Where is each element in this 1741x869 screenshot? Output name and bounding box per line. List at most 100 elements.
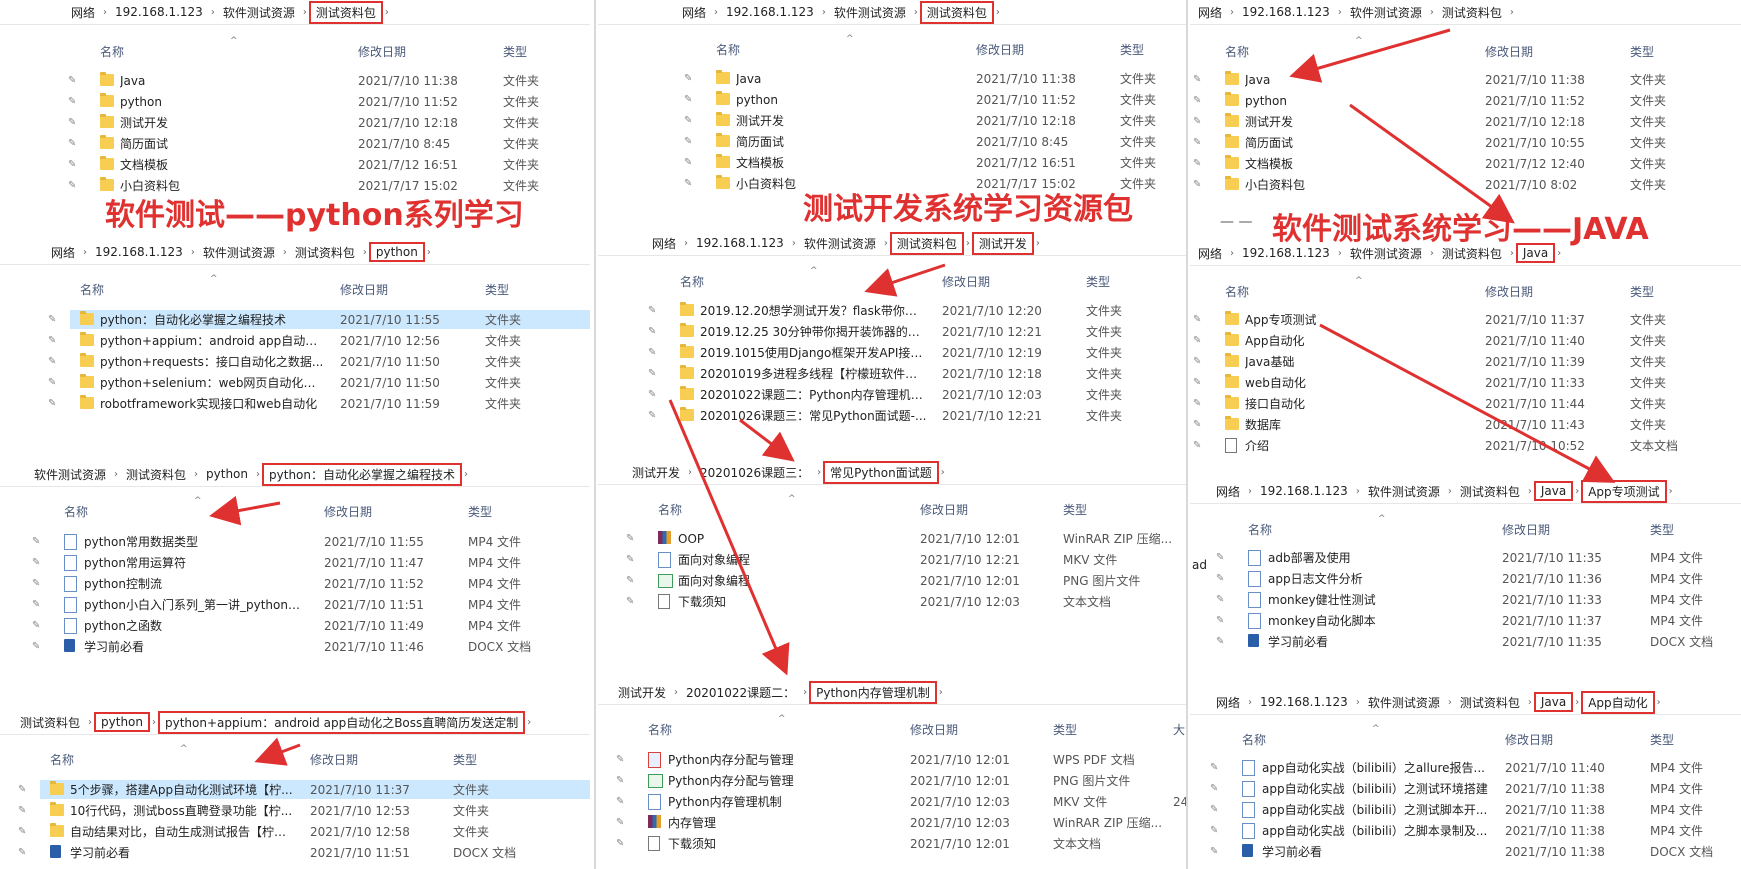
column-date[interactable]: 修改日期 bbox=[358, 43, 406, 60]
breadcrumb-item[interactable]: python bbox=[94, 712, 150, 732]
column-type[interactable]: 类型 bbox=[1053, 721, 1077, 738]
column-type[interactable]: 类型 bbox=[453, 751, 477, 768]
list-item[interactable]: Java 2021/7/10 11:38 文件夹 bbox=[1215, 70, 1741, 89]
breadcrumb-item[interactable]: 常见Python面试题 bbox=[823, 460, 939, 484]
list-item[interactable]: python常用数据类型 2021/7/10 11:55 MP4 文件 bbox=[54, 532, 590, 551]
breadcrumb-item[interactable]: 192.168.1.123 bbox=[720, 5, 820, 19]
column-name[interactable]: 名称 bbox=[680, 273, 704, 290]
list-item[interactable]: App专项测试 2021/7/10 11:37 文件夹 bbox=[1215, 310, 1741, 329]
breadcrumb-item[interactable]: 软件测试资源 bbox=[1344, 4, 1428, 21]
list-item[interactable]: 2019.1015使用Django框架开发API接口... 2021/7/10 1… bbox=[670, 343, 1188, 362]
list-item[interactable]: Python内存管理机制 2021/7/10 12:03 MKV 文件 24 bbox=[638, 792, 1188, 811]
breadcrumb-item[interactable]: 测试资料包 bbox=[1454, 483, 1526, 500]
list-item[interactable]: OOP 2021/7/10 12:01 WinRAR ZIP 压缩... bbox=[648, 529, 1188, 548]
breadcrumb-item[interactable]: 192.168.1.123 bbox=[1254, 695, 1354, 709]
column-name[interactable]: 名称 bbox=[1248, 521, 1272, 538]
breadcrumb-item[interactable]: 测试资料包 bbox=[14, 714, 86, 731]
breadcrumb-item[interactable]: 网络 bbox=[676, 4, 712, 21]
column-size[interactable]: 大 bbox=[1173, 721, 1185, 738]
breadcrumb-item[interactable]: 软件测试资源 bbox=[197, 244, 281, 261]
breadcrumb-item[interactable]: 测试资料包 bbox=[120, 466, 192, 483]
column-name[interactable]: 名称 bbox=[1242, 731, 1266, 748]
breadcrumb-item[interactable]: 测试资料包 bbox=[289, 244, 361, 261]
list-item[interactable]: 自动结果对比，自动生成测试报告【柠檬... 2021/7/10 12:58 文件夹 bbox=[40, 822, 590, 841]
list-item[interactable]: python：自动化必掌握之编程技术 2021/7/10 11:55 文件夹 bbox=[70, 310, 590, 329]
list-item[interactable]: 文档模板 2021/7/12 16:51 文件夹 bbox=[706, 153, 1188, 172]
breadcrumb-item[interactable]: 测试资料包 bbox=[308, 0, 383, 24]
column-type[interactable]: 类型 bbox=[1120, 41, 1144, 58]
column-type[interactable]: 类型 bbox=[1650, 731, 1674, 748]
list-item[interactable]: monkey自动化脚本 2021/7/10 11:37 MP4 文件 bbox=[1238, 611, 1741, 630]
column-name[interactable]: 名称 bbox=[648, 721, 672, 738]
breadcrumb-item[interactable]: 192.168.1.123 bbox=[1236, 246, 1336, 260]
list-item[interactable]: 内存管理 2021/7/10 12:03 WinRAR ZIP 压缩... bbox=[638, 813, 1188, 832]
breadcrumb-item[interactable]: 软件测试资源 bbox=[28, 466, 112, 483]
list-item[interactable]: 面向对象编程 2021/7/10 12:01 PNG 图片文件 bbox=[648, 571, 1188, 590]
column-name[interactable]: 名称 bbox=[64, 503, 88, 520]
column-date[interactable]: 修改日期 bbox=[324, 503, 372, 520]
list-item[interactable]: 20201019多进程多线程【柠檬班软件测... 2021/7/10 12:18 文… bbox=[670, 364, 1188, 383]
list-item[interactable]: 测试开发 2021/7/10 12:18 文件夹 bbox=[1215, 112, 1741, 131]
list-item[interactable]: 简历面试 2021/7/10 8:45 文件夹 bbox=[90, 134, 590, 153]
breadcrumb-item[interactable]: 192.168.1.123 bbox=[89, 245, 189, 259]
column-date[interactable]: 修改日期 bbox=[910, 721, 958, 738]
breadcrumb-item[interactable]: 网络 bbox=[1210, 483, 1246, 500]
column-type[interactable]: 类型 bbox=[1063, 501, 1087, 518]
breadcrumb-item[interactable]: 网络 bbox=[1192, 245, 1228, 262]
column-date[interactable]: 修改日期 bbox=[920, 501, 968, 518]
breadcrumb-item[interactable]: 软件测试资源 bbox=[828, 4, 912, 21]
column-name[interactable]: 名称 bbox=[50, 751, 74, 768]
list-item[interactable]: 数据库 2021/7/10 11:43 文件夹 bbox=[1215, 415, 1741, 434]
list-item[interactable]: 介绍 2021/7/10 10:52 文本文档 bbox=[1215, 436, 1741, 455]
column-date[interactable]: 修改日期 bbox=[1485, 283, 1533, 300]
list-item[interactable]: Java基础 2021/7/10 11:39 文件夹 bbox=[1215, 352, 1741, 371]
list-item[interactable]: app自动化实战（bilibili）之测试环境搭建 2021/7/10 11:38… bbox=[1232, 779, 1741, 798]
list-item[interactable]: 2019.12.25 30分钟带你揭开装饰器的真... 2021/7/10 12:… bbox=[670, 322, 1188, 341]
list-item[interactable]: Python内存分配与管理 2021/7/10 12:01 WPS PDF 文档 bbox=[638, 750, 1188, 769]
breadcrumb-item[interactable]: App自动化 bbox=[1581, 690, 1655, 714]
column-name[interactable]: 名称 bbox=[80, 281, 104, 298]
breadcrumb-item[interactable]: 测试资料包 bbox=[1454, 694, 1526, 711]
list-item[interactable]: python 2021/7/10 11:52 文件夹 bbox=[90, 92, 590, 111]
column-name[interactable]: 名称 bbox=[1225, 43, 1249, 60]
list-item[interactable]: 学习前必看 2021/7/10 11:46 DOCX 文档 bbox=[54, 637, 590, 656]
column-name[interactable]: 名称 bbox=[100, 43, 124, 60]
column-date[interactable]: 修改日期 bbox=[1505, 731, 1553, 748]
list-item[interactable]: 文档模板 2021/7/12 16:51 文件夹 bbox=[90, 155, 590, 174]
breadcrumb-item[interactable]: App专项测试 bbox=[1581, 479, 1667, 503]
breadcrumb-item[interactable]: 网络 bbox=[646, 235, 682, 252]
column-date[interactable]: 修改日期 bbox=[340, 281, 388, 298]
list-item[interactable]: 学习前必看 2021/7/10 11:51 DOCX 文档 bbox=[40, 843, 590, 862]
list-item[interactable]: 简历面试 2021/7/10 8:45 文件夹 bbox=[706, 132, 1188, 151]
column-date[interactable]: 修改日期 bbox=[976, 41, 1024, 58]
column-type[interactable]: 类型 bbox=[1630, 283, 1654, 300]
list-item[interactable]: 面向对象编程 2021/7/10 12:21 MKV 文件 bbox=[648, 550, 1188, 569]
list-item[interactable]: web自动化 2021/7/10 11:33 文件夹 bbox=[1215, 373, 1741, 392]
list-item[interactable]: Python内存分配与管理 2021/7/10 12:01 PNG 图片文件 bbox=[638, 771, 1188, 790]
column-type[interactable]: 类型 bbox=[1086, 273, 1110, 290]
breadcrumb-item[interactable]: 软件测试资源 bbox=[1362, 483, 1446, 500]
list-item[interactable]: 测试开发 2021/7/10 12:18 文件夹 bbox=[706, 111, 1188, 130]
column-name[interactable]: 名称 bbox=[658, 501, 682, 518]
breadcrumb-item[interactable]: 测试资料包 bbox=[919, 0, 994, 24]
breadcrumb-item[interactable]: 网络 bbox=[1192, 4, 1228, 21]
breadcrumb-item[interactable]: 192.168.1.123 bbox=[690, 236, 790, 250]
list-item[interactable]: python 2021/7/10 11:52 文件夹 bbox=[1215, 91, 1741, 110]
list-item[interactable]: app自动化实战（bilibili）之测试脚本开... 2021/7/10 11:… bbox=[1232, 800, 1741, 819]
list-item[interactable]: python之函数 2021/7/10 11:49 MP4 文件 bbox=[54, 616, 590, 635]
column-type[interactable]: 类型 bbox=[503, 43, 527, 60]
breadcrumb-item[interactable]: 测试开发 bbox=[971, 231, 1034, 255]
breadcrumb-item[interactable]: python bbox=[200, 467, 254, 481]
breadcrumb-item[interactable]: 测试开发 bbox=[626, 464, 686, 481]
breadcrumb-item[interactable]: Java bbox=[1533, 692, 1574, 712]
column-type[interactable]: 类型 bbox=[1650, 521, 1674, 538]
breadcrumb-item[interactable]: 20201022课题二： bbox=[680, 684, 801, 701]
breadcrumb-item[interactable]: 测试资料包 bbox=[1436, 4, 1508, 21]
list-item[interactable]: 5个步骤，搭建App自动化测试环境【柠... 2021/7/10 11:37 文件夹 bbox=[40, 780, 590, 799]
column-type[interactable]: 类型 bbox=[468, 503, 492, 520]
list-item[interactable]: app自动化实战（bilibili）之allure报告... 2021/7/10 … bbox=[1232, 758, 1741, 777]
list-item[interactable]: python+selenium：web网页自动化之... 2021/7/10 11… bbox=[70, 373, 590, 392]
breadcrumb-item[interactable]: 软件测试资源 bbox=[217, 4, 301, 21]
list-item[interactable]: App自动化 2021/7/10 11:40 文件夹 bbox=[1215, 331, 1741, 350]
list-item[interactable]: app自动化实战（bilibili）之脚本录制及... 2021/7/10 11:… bbox=[1232, 821, 1741, 840]
